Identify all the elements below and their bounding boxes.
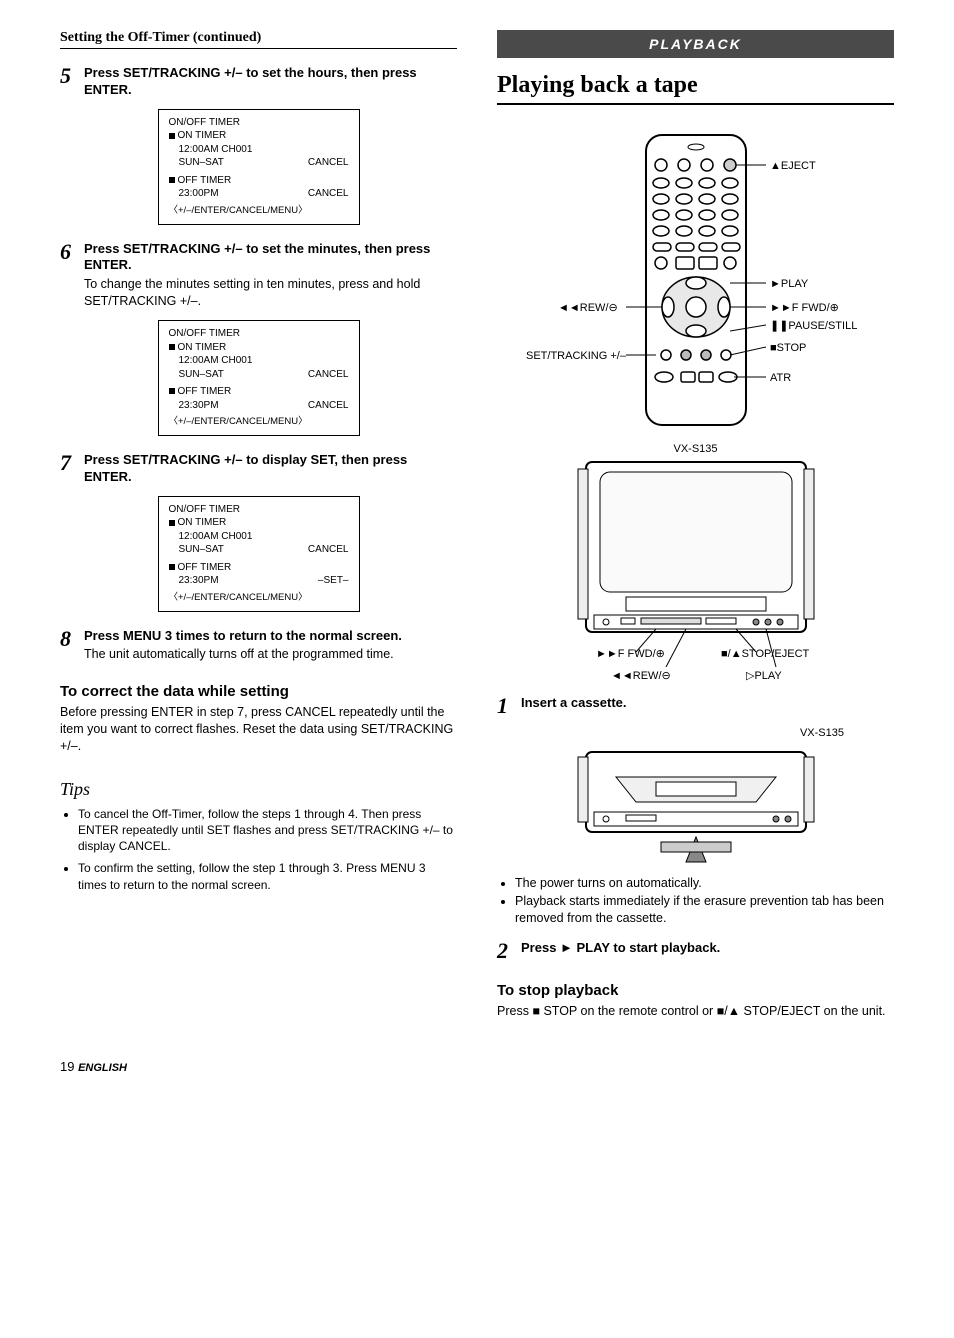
cassette-notes: The power turns on automatically. Playba… <box>497 875 894 928</box>
square-bullet-icon <box>169 133 175 139</box>
label-pause: ❚❚PAUSE/STILL <box>770 320 857 332</box>
label-tv-ffwd: ►►F FWD/⊕ <box>596 648 665 660</box>
step-desc: The unit automatically turns off at the … <box>84 646 457 663</box>
label-eject: ▲EJECT <box>770 160 816 172</box>
step-title: Insert a cassette. <box>521 695 894 712</box>
screen-line: CANCEL <box>308 399 349 413</box>
page-number: 19 <box>60 1059 74 1074</box>
label-tv-rew: ◄◄REW/⊖ <box>611 670 671 682</box>
cassette-model-label: VX-S135 <box>497 727 894 739</box>
playback-banner: PLAYBACK <box>497 30 894 58</box>
screen-line: ON/OFF TIMER <box>169 327 349 341</box>
label-atr: ATR <box>770 372 791 384</box>
label-play: ►PLAY <box>770 278 809 290</box>
page-language: ENGLISH <box>78 1062 127 1074</box>
step-title: Press SET/TRACKING +/– to display SET, t… <box>84 452 457 486</box>
step-1-right: 1 Insert a cassette. <box>497 695 894 717</box>
square-bullet-icon <box>169 388 175 394</box>
screen-line: ON TIMER <box>178 130 227 141</box>
left-column: Setting the Off-Timer (continued) 5 Pres… <box>60 30 457 1019</box>
screen-line: CANCEL <box>308 156 349 170</box>
square-bullet-icon <box>169 520 175 526</box>
screen-line: OFF TIMER <box>178 562 232 573</box>
label-rew: ◄◄REW/⊖ <box>558 302 618 314</box>
screen-box-6: ON/OFF TIMER ON TIMER 12:00AM CH001 SUN–… <box>158 320 360 436</box>
section-header: Setting the Off-Timer (continued) <box>60 30 457 49</box>
screen-line: 12:00AM CH001 <box>169 530 349 544</box>
screen-line: 23:30PM <box>179 574 219 588</box>
screen-line: OFF TIMER <box>178 386 232 397</box>
screen-line: CANCEL <box>308 187 349 201</box>
step-2-right: 2 Press ► PLAY to start playback. <box>497 940 894 962</box>
correct-heading: To correct the data while setting <box>60 683 457 700</box>
screen-line: 12:00AM CH001 <box>169 143 349 157</box>
screen-line: 23:30PM <box>179 399 219 413</box>
label-stop: ■STOP <box>770 342 806 354</box>
step-5: 5 Press SET/TRACKING +/– to set the hour… <box>60 65 457 99</box>
screen-box-5: ON/OFF TIMER ON TIMER 12:00AM CH001 SUN–… <box>158 109 360 225</box>
step-desc: To change the minutes setting in ten min… <box>84 276 457 310</box>
stop-body: Press ■ STOP on the remote control or ■/… <box>497 1003 894 1020</box>
screen-line: ON TIMER <box>178 342 227 353</box>
square-bullet-icon <box>169 564 175 570</box>
screen-line: SUN–SAT <box>179 543 224 557</box>
step-title: Press ► PLAY to start playback. <box>521 940 894 957</box>
step-title: Press SET/TRACKING +/– to set the hours,… <box>84 65 457 99</box>
note-item: Playback starts immediately if the erasu… <box>515 893 894 928</box>
tip-item: To cancel the Off-Timer, follow the step… <box>78 806 457 855</box>
tips-list: To cancel the Off-Timer, follow the step… <box>60 806 457 893</box>
screen-line: –SET– <box>318 574 349 588</box>
square-bullet-icon <box>169 344 175 350</box>
note-item: The power turns on automatically. <box>515 875 894 893</box>
label-settracking: SET/TRACKING +/– <box>526 350 627 362</box>
screen-line: ON TIMER <box>178 517 227 528</box>
step-number: 1 <box>497 695 521 717</box>
tv-illustration: ►►F FWD/⊕ ◄◄REW/⊖ ■/▲STOP/EJECT ▷PLAY <box>497 457 894 687</box>
screen-box-7: ON/OFF TIMER ON TIMER 12:00AM CH001 SUN–… <box>158 496 360 612</box>
step-number: 7 <box>60 452 84 474</box>
model-label: VX-S135 <box>497 443 894 455</box>
tip-item: To confirm the setting, follow the step … <box>78 860 457 892</box>
screen-line: 23:00PM <box>179 187 219 201</box>
screen-line: CANCEL <box>308 543 349 557</box>
label-tv-stopeject: ■/▲STOP/EJECT <box>721 648 810 660</box>
label-tv-play: ▷PLAY <box>746 670 782 682</box>
step-number: 6 <box>60 241 84 263</box>
step-number: 8 <box>60 628 84 650</box>
step-title: Press SET/TRACKING +/– to set the minute… <box>84 241 457 275</box>
label-ffwd: ►►F FWD/⊕ <box>770 302 839 314</box>
step-title: Press MENU 3 times to return to the norm… <box>84 628 457 645</box>
screen-footer: 〈+/–/ENTER/CANCEL/MENU〉 <box>169 416 349 429</box>
step-number: 5 <box>60 65 84 87</box>
screen-footer: 〈+/–/ENTER/CANCEL/MENU〉 <box>169 592 349 605</box>
right-column: PLAYBACK Playing back a tape <box>497 30 894 1019</box>
step-7: 7 Press SET/TRACKING +/– to display SET,… <box>60 452 457 486</box>
square-bullet-icon <box>169 177 175 183</box>
step-6: 6 Press SET/TRACKING +/– to set the minu… <box>60 241 457 311</box>
screen-line: 12:00AM CH001 <box>169 354 349 368</box>
stop-heading: To stop playback <box>497 982 894 999</box>
step-8: 8 Press MENU 3 times to return to the no… <box>60 628 457 664</box>
step-number: 2 <box>497 940 521 962</box>
cassette-illustration <box>497 747 894 867</box>
screen-line: ON/OFF TIMER <box>169 503 349 517</box>
tips-header: Tips <box>60 779 457 800</box>
correct-body: Before pressing ENTER in step 7, press C… <box>60 704 457 755</box>
screen-line: SUN–SAT <box>179 368 224 382</box>
screen-line: OFF TIMER <box>178 175 232 186</box>
remote-illustration: ▲EJECT ►PLAY ►►F FWD/⊕ ❚❚PAUSE/STILL ■ST… <box>497 125 894 435</box>
screen-line: CANCEL <box>308 368 349 382</box>
page-footer: 19 ENGLISH <box>60 1059 894 1074</box>
screen-line: SUN–SAT <box>179 156 224 170</box>
screen-footer: 〈+/–/ENTER/CANCEL/MENU〉 <box>169 205 349 218</box>
screen-line: ON/OFF TIMER <box>169 116 349 130</box>
main-title: Playing back a tape <box>497 72 894 105</box>
